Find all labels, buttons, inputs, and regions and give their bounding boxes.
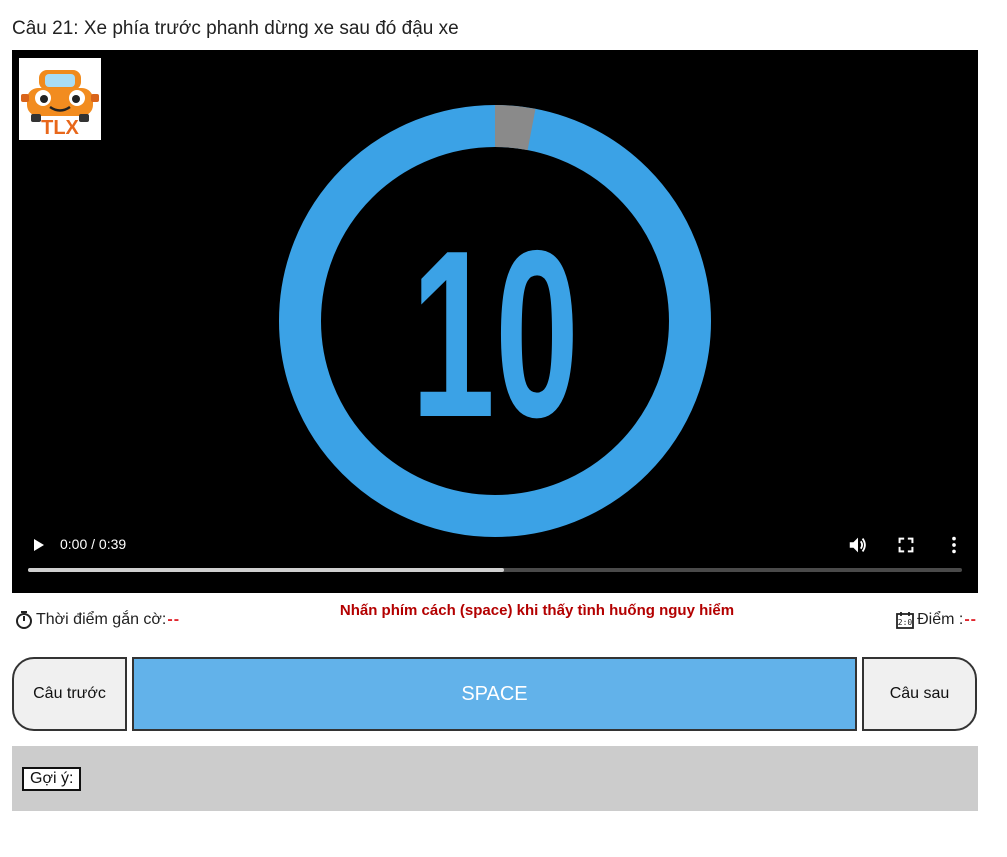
time-readout: 0:00 / 0:39 — [60, 536, 127, 552]
fullscreen-icon — [898, 537, 914, 553]
next-question-button[interactable]: Câu sau — [862, 657, 977, 731]
more-options-button[interactable] — [943, 534, 965, 556]
play-button[interactable] — [28, 534, 48, 556]
countdown-number: 10 — [411, 202, 579, 467]
play-icon — [34, 539, 44, 551]
score-label: Điểm : — [917, 611, 964, 628]
countdown-graphic: 10 — [279, 105, 711, 537]
countdown-ring-elapsed — [494, 105, 536, 151]
svg-text:2:0: 2:0 — [898, 618, 913, 627]
hint-button[interactable]: Gợi ý: — [22, 767, 82, 791]
score: 2:0 Điểm : -- — [895, 610, 977, 630]
logo-text: TLX — [41, 117, 79, 139]
tlx-logo: TLX — [19, 58, 101, 140]
volume-icon — [849, 537, 866, 553]
scoreboard-icon: 2:0 — [896, 612, 915, 629]
video-player[interactable]: 10 TLX 0:00 / 0:39 — [12, 50, 978, 593]
more-vertical-icon — [952, 536, 956, 554]
hint-panel: Gợi ý: — [12, 746, 978, 811]
instruction-text: Nhấn phím cách (space) khi thấy tình huố… — [339, 602, 735, 619]
volume-button[interactable] — [847, 534, 869, 556]
fullscreen-button[interactable] — [895, 534, 917, 556]
previous-question-button[interactable]: Câu trước — [12, 657, 127, 731]
space-button[interactable]: SPACE — [132, 657, 857, 731]
question-title: Câu 21: Xe phía trước phanh dừng xe sau … — [12, 18, 459, 39]
video-buffer-fill — [28, 568, 505, 572]
score-value: -- — [964, 611, 977, 628]
video-progress-bar[interactable] — [28, 568, 962, 572]
